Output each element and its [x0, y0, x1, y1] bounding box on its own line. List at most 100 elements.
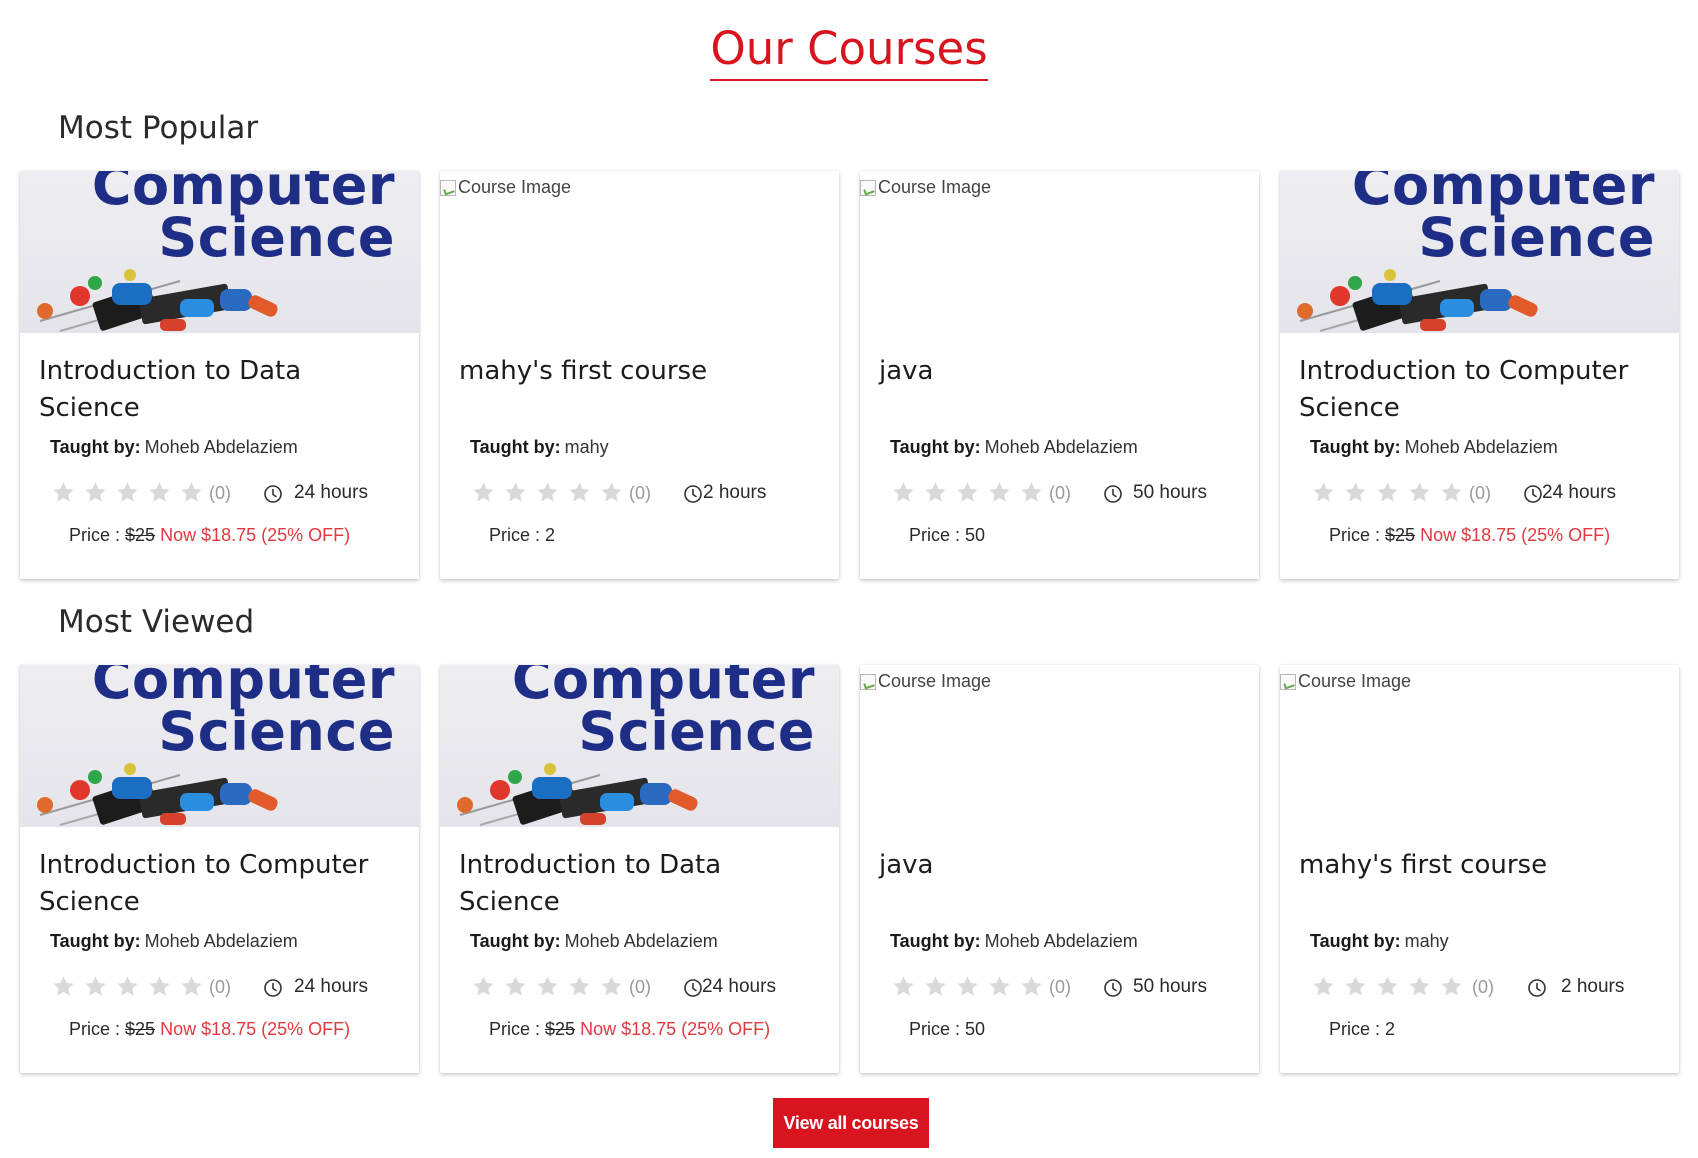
view-all-courses-button[interactable]: View all courses — [773, 1098, 929, 1148]
component-shape — [457, 797, 473, 813]
course-image[interactable]: Course Image — [440, 171, 839, 333]
course-image-alt: Course Image — [860, 671, 991, 692]
component-shape — [1440, 299, 1474, 317]
star-icon[interactable] — [956, 975, 979, 997]
rating-stars[interactable] — [892, 975, 1043, 997]
rating-stars[interactable] — [892, 481, 1043, 503]
course-image[interactable]: Computer Science — [20, 665, 419, 827]
star-icon[interactable] — [536, 481, 559, 503]
course-title[interactable]: Introduction to Data Science — [459, 847, 819, 921]
star-icon[interactable] — [1312, 975, 1335, 997]
course-card[interactable]: Course Image mahy's first course Taught by… — [440, 171, 839, 579]
star-icon[interactable] — [924, 481, 947, 503]
rating-count: (0) — [209, 483, 231, 503]
price-discounted: Now $18.75 (25% OFF) — [160, 1019, 351, 1039]
course-title[interactable]: mahy's first course — [459, 353, 819, 390]
star-icon[interactable] — [1020, 975, 1043, 997]
component-shape — [508, 770, 522, 784]
course-title[interactable]: Introduction to Data Science — [39, 353, 399, 427]
star-icon[interactable] — [180, 975, 203, 997]
course-title[interactable]: mahy's first course — [1299, 847, 1659, 884]
course-image[interactable]: Course Image — [1280, 665, 1679, 827]
component-shape — [180, 793, 214, 811]
course-image[interactable]: Computer Science — [1280, 171, 1679, 333]
course-image[interactable]: Course Image — [860, 665, 1259, 827]
star-icon[interactable] — [52, 975, 75, 997]
star-icon[interactable] — [988, 975, 1011, 997]
star-icon[interactable] — [1344, 481, 1367, 503]
star-icon[interactable] — [504, 481, 527, 503]
instructor-name[interactable]: Moheb Abdelaziem — [1405, 437, 1558, 457]
instructor-name[interactable]: mahy — [565, 437, 609, 457]
course-card[interactable]: Course Image mahy's first course Taught by… — [1280, 665, 1679, 1073]
instructor-name[interactable]: Moheb Abdelaziem — [145, 931, 298, 951]
star-icon[interactable] — [504, 975, 527, 997]
star-icon[interactable] — [1408, 481, 1431, 503]
course-image[interactable]: Course Image — [860, 171, 1259, 333]
course-title[interactable]: java — [879, 847, 1239, 884]
instructor-name[interactable]: Moheb Abdelaziem — [985, 931, 1138, 951]
rating-stars[interactable] — [1312, 481, 1463, 503]
star-icon[interactable] — [1312, 481, 1335, 503]
component-shape — [220, 289, 252, 311]
star-icon[interactable] — [600, 481, 623, 503]
clock-icon — [1103, 978, 1123, 998]
rating-stars[interactable] — [52, 975, 203, 997]
star-icon[interactable] — [1376, 975, 1399, 997]
star-icon[interactable] — [52, 481, 75, 503]
star-icon[interactable] — [1344, 975, 1367, 997]
instructor-name[interactable]: Moheb Abdelaziem — [145, 437, 298, 457]
course-title[interactable]: Introduction to Computer Science — [1299, 353, 1659, 427]
rating-stars[interactable] — [52, 481, 203, 503]
course-instructor: Taught by: mahy — [1310, 931, 1449, 952]
course-title[interactable]: java — [879, 353, 1239, 390]
course-card[interactable]: Course Image java Taught by: Moheb Abdelazi… — [860, 665, 1259, 1073]
star-icon[interactable] — [892, 975, 915, 997]
rating-stars[interactable] — [1312, 975, 1463, 997]
instructor-name[interactable]: Moheb Abdelaziem — [985, 437, 1138, 457]
course-instructor: Taught by: Moheb Abdelaziem — [890, 437, 1138, 458]
course-image[interactable]: Computer Science — [440, 665, 839, 827]
course-image[interactable]: Computer Science — [20, 171, 419, 333]
star-icon[interactable] — [1440, 481, 1463, 503]
rating-stars[interactable] — [472, 975, 623, 997]
star-icon[interactable] — [988, 481, 1011, 503]
star-icon[interactable] — [568, 975, 591, 997]
section-title-most-viewed: Most Viewed — [58, 604, 255, 640]
star-icon[interactable] — [892, 481, 915, 503]
instructor-name[interactable]: mahy — [1405, 931, 1449, 951]
course-card[interactable]: Computer Science Introduction to Data Scie… — [20, 171, 419, 579]
course-price: Price : 50 — [909, 1019, 985, 1040]
star-icon[interactable] — [116, 481, 139, 503]
star-icon[interactable] — [148, 481, 171, 503]
course-price: Price : 2 — [489, 525, 555, 546]
star-icon[interactable] — [180, 481, 203, 503]
star-icon[interactable] — [1020, 481, 1043, 503]
star-icon[interactable] — [1408, 975, 1431, 997]
star-icon[interactable] — [148, 975, 171, 997]
course-title[interactable]: Introduction to Computer Science — [39, 847, 399, 921]
star-icon[interactable] — [1376, 481, 1399, 503]
price-value: 50 — [965, 525, 986, 545]
course-card[interactable]: Computer Science Introduction to Data Scie… — [440, 665, 839, 1073]
course-card[interactable]: Computer Science Introduction to Computer … — [20, 665, 419, 1073]
taught-by-label: Taught by: — [1310, 437, 1401, 457]
rating-stars[interactable] — [472, 481, 623, 503]
star-icon[interactable] — [924, 975, 947, 997]
course-card[interactable]: Computer Science Introduction to Computer … — [1280, 171, 1679, 579]
course-card[interactable]: Course Image java Taught by: Moheb Abdelazi… — [860, 171, 1259, 579]
star-icon[interactable] — [472, 481, 495, 503]
star-icon[interactable] — [568, 481, 591, 503]
star-icon[interactable] — [116, 975, 139, 997]
star-icon[interactable] — [1440, 975, 1463, 997]
star-icon[interactable] — [600, 975, 623, 997]
instructor-name[interactable]: Moheb Abdelaziem — [565, 931, 718, 951]
star-icon[interactable] — [956, 481, 979, 503]
component-shape — [124, 763, 136, 775]
star-icon[interactable] — [84, 975, 107, 997]
star-icon[interactable] — [84, 481, 107, 503]
star-icon[interactable] — [472, 975, 495, 997]
star-icon[interactable] — [536, 975, 559, 997]
price-discounted: Now $18.75 (25% OFF) — [160, 525, 351, 545]
taught-by-label: Taught by: — [890, 931, 981, 951]
